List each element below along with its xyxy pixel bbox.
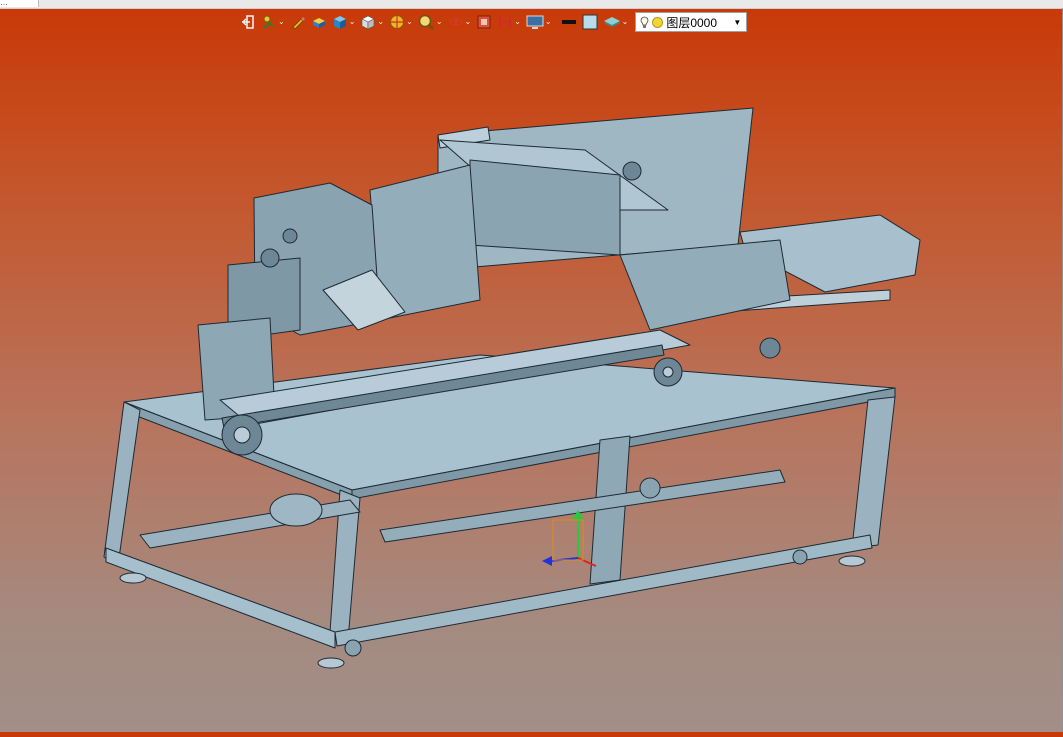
orbit-button[interactable]: ⌄ <box>446 11 474 33</box>
line-color-icon <box>561 20 576 24</box>
layer-select-value: 图层0000 <box>666 15 718 30</box>
machine-model[interactable] <box>0 36 1062 732</box>
chevron-down-icon: ⌄ <box>348 17 356 26</box>
assembly-icon <box>263 15 274 29</box>
exit-sketch-button[interactable] <box>238 11 258 33</box>
section-button[interactable] <box>474 11 494 33</box>
measure-button[interactable]: ⌄ <box>495 11 523 33</box>
layer-stack-icon <box>603 17 620 27</box>
lower-frame-front <box>105 547 336 649</box>
display-style-icon <box>333 16 346 29</box>
assembly-button[interactable]: ⌄ <box>259 11 287 33</box>
axis-triad <box>542 510 597 567</box>
layer-select[interactable]: 图层0000 ▼ <box>635 12 748 32</box>
chevron-down-icon: ⌄ <box>278 17 285 26</box>
layer-stack-button[interactable]: ⌄ <box>601 11 631 33</box>
chevron-down-icon: ⌄ <box>377 17 385 26</box>
chevron-down-icon: ⌄ <box>621 17 629 26</box>
section-icon <box>477 15 491 29</box>
face-color-button[interactable] <box>580 11 600 33</box>
chevron-down-icon: ⌄ <box>406 17 413 26</box>
front-left-leg <box>103 401 141 566</box>
measure-icon <box>499 16 512 28</box>
standard-view-icon <box>361 15 376 30</box>
chevron-down-icon: ⌄ <box>514 17 521 26</box>
lightbulb-icon <box>640 16 649 28</box>
chevron-down-icon: ▼ <box>733 17 742 27</box>
monitor-icon <box>526 15 544 29</box>
zoom-button[interactable]: ⌄ <box>416 11 445 33</box>
view-toolbar: ⌄ ⌄ ⌄ ⌄ ⌄ ⌄ ⌄ ⌄ ⌄ 图层0000 ▼ <box>238 10 836 34</box>
monitor-button[interactable]: ⌄ <box>524 11 554 33</box>
pencil-icon <box>291 17 305 30</box>
chevron-down-icon: ⌄ <box>464 17 472 26</box>
document-tab-strip: … <box>0 0 1063 9</box>
standard-view-button[interactable]: ⌄ <box>358 11 386 33</box>
render-icon <box>390 15 405 29</box>
zoom-icon <box>418 14 434 30</box>
display-style-button[interactable]: ⌄ <box>330 11 358 33</box>
orbit-icon <box>448 18 463 26</box>
line-color-button[interactable] <box>559 11 579 33</box>
solid-block-button[interactable] <box>309 11 329 33</box>
face-color-icon <box>582 14 598 30</box>
document-tab-label: … <box>0 0 8 7</box>
chevron-down-icon: ⌄ <box>435 17 443 26</box>
layer-color-dot <box>652 16 664 28</box>
chevron-down-icon: ⌄ <box>544 17 552 26</box>
pencil-button[interactable] <box>288 11 308 33</box>
back-right-leg <box>851 396 896 549</box>
exit-sketch-icon <box>241 15 254 29</box>
3d-viewport[interactable] <box>0 36 1062 732</box>
render-button[interactable]: ⌄ <box>387 11 415 33</box>
solid-block-icon <box>312 18 325 28</box>
document-tab[interactable]: … <box>0 0 39 7</box>
